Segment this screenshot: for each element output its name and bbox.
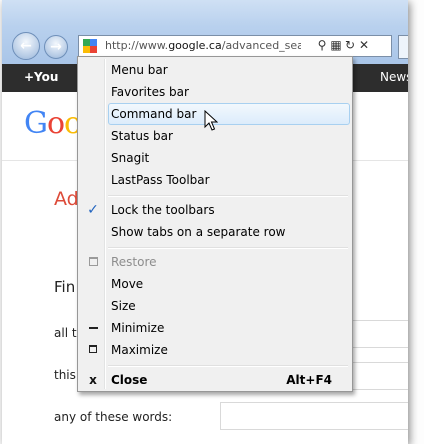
menu-item-label: Close [111, 373, 148, 387]
menu-separator [108, 195, 348, 197]
menu-item-label: Minimize [111, 321, 165, 335]
menu-item-label: Menu bar [111, 63, 168, 77]
menu-item-tabs-separate-row[interactable]: Show tabs on a separate row [80, 221, 350, 243]
menu-item-move[interactable]: Move [80, 273, 350, 295]
compat-icon[interactable]: ▦ [329, 38, 343, 52]
arrow-right-icon: → [50, 39, 62, 55]
maximize-icon [89, 345, 97, 353]
menu-item-close[interactable]: x Close Alt+F4 [80, 369, 350, 391]
menu-item-label: Maximize [111, 343, 168, 357]
menu-item-label: Move [111, 277, 144, 291]
menu-item-lastpass-toolbar[interactable]: LastPass Toolbar [80, 169, 350, 191]
menu-item-label: Lock the toolbars [111, 203, 215, 217]
menu-item-restore: Restore [80, 251, 350, 273]
refresh-icon[interactable]: ↻ [343, 38, 357, 52]
logo-letter: o [46, 106, 65, 141]
address-url: http://www.google.ca/advanced_searc [105, 39, 301, 53]
logo-letter: G [24, 106, 48, 141]
any-words-label: any of these words: [54, 410, 173, 424]
menu-item-minimize[interactable]: Minimize [80, 317, 350, 339]
exact-phrase-label: this [54, 368, 76, 382]
menu-item-favorites-bar[interactable]: Favorites bar [80, 81, 350, 103]
url-path: /advanced_searc [221, 39, 301, 52]
address-bar[interactable]: http://www.google.ca/advanced_searc ⚲▦↻✕ [78, 35, 392, 57]
url-domain: google.ca [168, 39, 222, 52]
menu-item-menu-bar[interactable]: Menu bar [80, 59, 350, 81]
toolbar-context-menu: Menu bar Favorites bar Command bar Statu… [77, 56, 353, 392]
stop-icon[interactable]: ✕ [357, 38, 371, 52]
menu-item-label: Status bar [111, 129, 173, 143]
minimize-icon [89, 327, 98, 329]
menu-item-size[interactable]: Size [80, 295, 350, 317]
menu-separator [108, 247, 348, 249]
menu-item-label: Command bar [111, 107, 197, 121]
restore-icon [89, 257, 98, 266]
menu-item-label: LastPass Toolbar [111, 173, 210, 187]
menu-item-lock-toolbars[interactable]: ✓ Lock the toolbars [80, 199, 350, 221]
gbar-you-link[interactable]: +You [24, 70, 58, 84]
find-pages-label: Fin [54, 278, 76, 296]
checkmark-icon: ✓ [87, 202, 99, 218]
close-icon: x [89, 373, 97, 387]
page-heading: Ad [54, 188, 79, 210]
menu-separator [108, 365, 348, 367]
search-icon[interactable]: ⚲ [315, 38, 329, 52]
close-shortcut: Alt+F4 [286, 373, 332, 387]
google-logo[interactable]: Goo [24, 106, 82, 141]
menu-item-label: Favorites bar [111, 85, 189, 99]
screenshot: ← → http://www.google.ca/advanced_searc … [0, 0, 424, 444]
menu-item-label: Size [111, 299, 136, 313]
logo-part: Goo [24, 106, 82, 141]
back-button[interactable]: ← [12, 32, 40, 60]
menu-item-snagit[interactable]: Snagit [80, 147, 350, 169]
any-words-input[interactable] [220, 402, 408, 430]
url-prefix: http://www. [105, 39, 169, 52]
gbar-news-link[interactable]: News [380, 70, 408, 84]
browser-tab[interactable] [398, 35, 408, 59]
address-bar-icons: ⚲ ▦ ↻ ✕ [315, 38, 371, 52]
google-favicon-icon [83, 39, 97, 53]
menu-item-label: Snagit [111, 151, 150, 165]
arrow-left-icon: ← [20, 38, 32, 54]
forward-button[interactable]: → [44, 35, 68, 59]
menu-item-maximize[interactable]: Maximize [80, 339, 350, 361]
menu-item-label: Restore [111, 255, 157, 269]
menu-item-label: Show tabs on a separate row [111, 225, 286, 239]
mouse-cursor-icon [204, 110, 218, 131]
